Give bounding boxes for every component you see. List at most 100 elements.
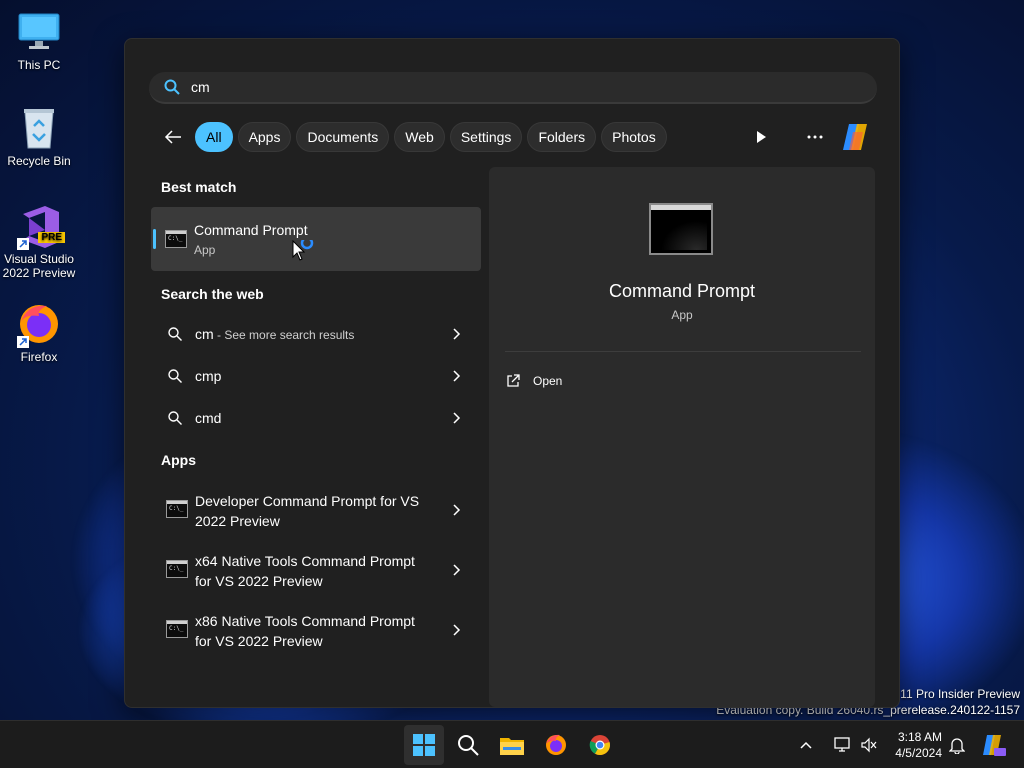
- preview-subtitle: App: [671, 308, 693, 322]
- chevron-right-icon: [453, 504, 461, 516]
- bell-icon: [949, 738, 965, 754]
- command-prompt-icon: C:\_: [166, 620, 188, 638]
- filter-bar: All Apps Documents Web Settings Folders …: [159, 121, 672, 153]
- taskbar-search-button[interactable]: [448, 725, 488, 765]
- desktop-icon-this-pc[interactable]: This PC: [0, 10, 78, 72]
- web-result-term: cmd: [195, 410, 222, 426]
- clock[interactable]: 3:18 AM 4/5/2024: [895, 729, 942, 761]
- search-icon: [168, 369, 182, 383]
- more-filters-button[interactable]: [747, 123, 775, 151]
- clock-date: 4/5/2024: [895, 746, 942, 760]
- search-icon: [168, 327, 182, 341]
- firefox-icon: [546, 734, 566, 755]
- chevron-right-icon: [453, 624, 461, 636]
- web-result[interactable]: cmd: [151, 398, 481, 438]
- copilot-icon: [983, 735, 1006, 756]
- speaker-muted-icon: [861, 737, 877, 753]
- clock-time: 3:18 AM: [897, 730, 942, 744]
- app-result[interactable]: C:\_ x64 Native Tools Command Prompt for…: [151, 541, 481, 599]
- preview-pane: Command Prompt App Open: [489, 167, 875, 707]
- command-prompt-icon: C:\_: [165, 230, 187, 248]
- arrow-left-icon: [164, 130, 181, 144]
- ellipsis-icon: [807, 135, 823, 139]
- start-button[interactable]: [404, 725, 444, 765]
- filter-folders[interactable]: Folders: [527, 122, 597, 152]
- firefox-icon: [17, 302, 61, 348]
- filter-photos[interactable]: Photos: [601, 122, 667, 152]
- command-prompt-icon: C:\_: [166, 560, 188, 578]
- chevron-up-icon: [800, 741, 812, 749]
- volume-status[interactable]: [858, 725, 880, 765]
- file-explorer-icon: [500, 738, 524, 755]
- taskbar-file-explorer[interactable]: [492, 725, 532, 765]
- open-action-label: Open: [533, 374, 563, 388]
- filter-web[interactable]: Web: [394, 122, 445, 152]
- filter-apps[interactable]: Apps: [237, 122, 292, 152]
- result-title: Command Prompt: [194, 222, 308, 238]
- visual-studio-icon: PRE: [17, 204, 65, 250]
- app-result-name: x86 Native Tools Command Prompt for VS 2…: [195, 613, 415, 649]
- web-result[interactable]: cmp: [151, 356, 481, 396]
- start-icon: [413, 734, 435, 756]
- mouse-cursor: [292, 236, 314, 262]
- open-action[interactable]: Open: [505, 367, 705, 395]
- web-result-term: cm: [195, 326, 214, 342]
- search-panel: All Apps Documents Web Settings Folders …: [124, 38, 900, 708]
- best-match-result[interactable]: C:\_ Command Prompt App: [151, 207, 481, 271]
- chevron-right-icon: [453, 412, 461, 424]
- apps-heading: Apps: [161, 452, 196, 468]
- open-external-icon: [507, 374, 520, 387]
- filter-settings[interactable]: Settings: [449, 122, 523, 152]
- web-result-suffix: - See more search results: [213, 328, 355, 342]
- preview-title: Command Prompt: [608, 281, 756, 301]
- monitor-icon: [17, 10, 61, 54]
- search-icon: [164, 79, 180, 95]
- desktop-icon-firefox[interactable]: Firefox: [0, 302, 78, 364]
- chevron-right-icon: [453, 370, 461, 382]
- desktop-icon-label: Recycle Bin: [7, 154, 71, 168]
- back-button[interactable]: [159, 123, 187, 151]
- chrome-icon: [589, 735, 610, 756]
- taskbar-firefox[interactable]: [536, 725, 576, 765]
- app-result-name: Developer Command Prompt for VS 2022 Pre…: [195, 493, 420, 529]
- search-icon: [458, 735, 479, 756]
- taskbar-chrome[interactable]: [580, 725, 620, 765]
- web-result[interactable]: cm - See more search results: [151, 314, 481, 354]
- chevron-right-icon: [453, 328, 461, 340]
- copilot-icon: [843, 124, 867, 150]
- network-status[interactable]: [832, 725, 854, 765]
- notifications-button[interactable]: [944, 725, 970, 765]
- taskbar: 3:18 AM 4/5/2024: [0, 720, 1024, 768]
- search-input[interactable]: [191, 79, 791, 95]
- search-box[interactable]: [149, 72, 877, 104]
- pre-badge: PRE: [38, 232, 65, 243]
- desktop-icon-label: Visual Studio 2022 Preview: [2, 252, 76, 280]
- search-web-heading: Search the web: [161, 286, 264, 302]
- command-prompt-icon: C:\_: [166, 500, 188, 518]
- desktop-icon-recycle-bin[interactable]: Recycle Bin: [0, 106, 78, 168]
- show-hidden-icons-button[interactable]: [792, 725, 820, 765]
- copilot-button[interactable]: [837, 119, 873, 155]
- divider: [505, 351, 861, 352]
- app-result-name: x64 Native Tools Command Prompt for VS 2…: [195, 553, 415, 589]
- desktop-icon-label: Firefox: [20, 350, 58, 364]
- copilot-taskbar-button[interactable]: [976, 725, 1010, 765]
- cursor-busy-icon: [292, 236, 314, 261]
- recycle-bin-icon: [17, 106, 61, 150]
- web-result-text: cm - See more search results: [195, 326, 354, 342]
- app-result[interactable]: C:\_ x86 Native Tools Command Prompt for…: [151, 601, 481, 659]
- more-options-button[interactable]: [801, 123, 829, 151]
- filter-documents[interactable]: Documents: [296, 122, 390, 152]
- search-icon: [168, 411, 182, 425]
- desktop-icon-visual-studio[interactable]: PRE Visual Studio 2022 Preview: [0, 204, 78, 280]
- shortcut-arrow-icon: [17, 336, 29, 348]
- shortcut-arrow-icon: [17, 238, 29, 250]
- filter-all[interactable]: All: [195, 122, 233, 152]
- web-result-term: cmp: [195, 368, 222, 384]
- result-subtitle: App: [194, 243, 216, 257]
- selection-indicator: [153, 229, 156, 249]
- network-icon: [834, 737, 850, 752]
- best-match-heading: Best match: [161, 179, 237, 195]
- chevron-right-icon: [453, 564, 461, 576]
- app-result[interactable]: C:\_ Developer Command Prompt for VS 202…: [151, 481, 481, 539]
